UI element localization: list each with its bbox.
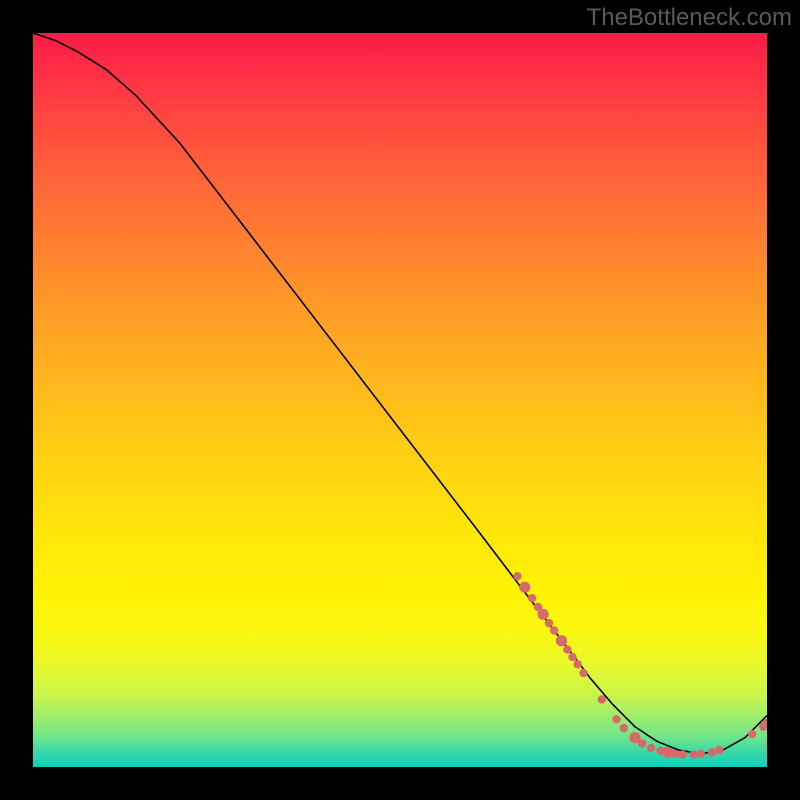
data-point xyxy=(568,653,576,661)
data-point xyxy=(697,750,705,758)
data-point xyxy=(671,750,679,758)
chart-svg xyxy=(33,33,767,767)
data-point xyxy=(708,748,716,756)
data-point xyxy=(678,750,686,758)
data-point xyxy=(556,635,567,646)
data-point xyxy=(638,739,646,747)
data-point xyxy=(528,594,536,602)
watermark-text: TheBottleneck.com xyxy=(587,4,792,32)
data-point xyxy=(612,715,620,723)
chart-container: TheBottleneck.com xyxy=(0,0,800,800)
data-point xyxy=(538,609,549,620)
data-point xyxy=(748,730,756,738)
data-point xyxy=(620,724,628,732)
data-point xyxy=(579,669,587,677)
data-point xyxy=(689,750,697,758)
plot-area xyxy=(33,33,767,767)
data-point xyxy=(550,626,558,634)
data-point xyxy=(715,746,723,754)
data-point xyxy=(545,619,553,627)
data-point xyxy=(598,695,606,703)
data-point xyxy=(647,744,655,752)
data-point xyxy=(563,645,571,653)
data-point xyxy=(573,660,581,668)
data-point xyxy=(513,572,521,580)
data-point xyxy=(519,582,530,593)
bottleneck-curve xyxy=(33,33,767,754)
